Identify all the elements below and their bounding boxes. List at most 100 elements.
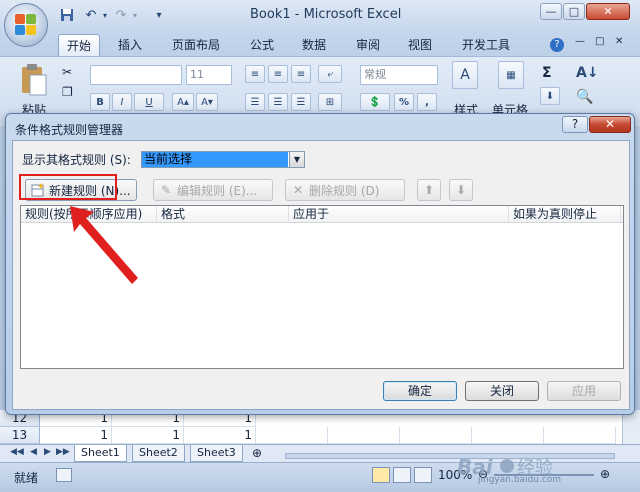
sheet-tab-3[interactable]: Sheet3: [190, 445, 243, 462]
cell[interactable]: [328, 427, 400, 444]
copy-icon[interactable]: ❐: [62, 85, 73, 99]
page-layout-view-icon[interactable]: [393, 467, 411, 483]
arrow-up-icon: ⬆: [423, 183, 435, 197]
chevron-down-icon[interactable]: ▼: [289, 152, 304, 167]
tab-page-layout[interactable]: 页面布局: [164, 34, 228, 56]
macro-record-icon[interactable]: [56, 468, 72, 482]
tab-review[interactable]: 审阅: [348, 34, 388, 56]
ribbon-close-icon[interactable]: ✕: [615, 36, 623, 47]
cell[interactable]: 1: [112, 427, 184, 444]
rule-scope-value: 当前选择: [142, 152, 288, 167]
currency-icon[interactable]: 💲: [360, 93, 390, 111]
cell[interactable]: [400, 427, 472, 444]
align-bottom-icon[interactable]: ≡: [291, 65, 311, 83]
delete-rule-button[interactable]: ✕ 删除规则 (D): [285, 179, 405, 201]
cells-icon[interactable]: ▦: [498, 61, 524, 89]
underline-button[interactable]: U: [134, 93, 164, 111]
close-button[interactable]: 关闭: [465, 381, 539, 401]
column-applies-to[interactable]: 应用于: [289, 206, 509, 222]
maximize-icon[interactable]: □: [563, 3, 585, 20]
tab-developer[interactable]: 开发工具: [454, 34, 518, 56]
sheet-nav-next-icon[interactable]: ▶: [44, 447, 51, 457]
insert-sheet-icon[interactable]: ⊕: [252, 446, 262, 460]
bold-button[interactable]: B: [90, 93, 110, 111]
column-stop-if-true[interactable]: 如果为真则停止: [509, 206, 621, 222]
office-button[interactable]: [4, 3, 48, 47]
status-ready: 就绪: [14, 471, 39, 485]
ribbon-tabs: 开始 插入 页面布局 公式 数据 审阅 视图 开发工具 ? — □ ✕: [0, 32, 640, 56]
align-center-icon[interactable]: ☰: [268, 93, 288, 111]
sheet-tab-2[interactable]: Sheet2: [132, 445, 185, 462]
font-name-box[interactable]: [90, 65, 182, 85]
minimize-icon[interactable]: —: [540, 3, 562, 20]
title-bar: ↶ ▾ ↷ ▾ ▾ Book1 - Microsoft Excel — □ ✕: [0, 0, 640, 32]
edit-rule-button[interactable]: ✎ 编辑规则 (E)...: [153, 179, 273, 201]
watermark-url: jingyan.baidu.com: [478, 475, 562, 485]
shrink-font-icon[interactable]: A▾: [196, 93, 218, 111]
font-size-box[interactable]: 11: [186, 65, 232, 85]
page-break-view-icon[interactable]: [414, 467, 432, 483]
cell[interactable]: 1: [184, 427, 256, 444]
cell[interactable]: [544, 427, 616, 444]
find-select-icon[interactable]: 🔍: [576, 89, 593, 105]
ribbon-restore-icon[interactable]: □: [595, 36, 604, 47]
sheet-nav-prev-icon[interactable]: ◀: [30, 447, 37, 457]
ribbon-minimize-icon[interactable]: —: [575, 36, 585, 47]
align-middle-icon[interactable]: ≡: [268, 65, 288, 83]
cell[interactable]: 1: [40, 427, 112, 444]
move-down-button[interactable]: ⬇: [449, 179, 473, 201]
cut-icon[interactable]: ✂: [62, 65, 72, 79]
sort-filter-icon[interactable]: A↓: [576, 65, 599, 81]
column-format[interactable]: 格式: [157, 206, 289, 222]
ok-button[interactable]: 确定: [383, 381, 457, 401]
delete-rule-label: 删除规则 (D): [309, 183, 380, 198]
sum-icon[interactable]: Σ: [542, 65, 552, 81]
tab-formulas[interactable]: 公式: [242, 34, 282, 56]
tab-insert[interactable]: 插入: [110, 34, 150, 56]
grow-font-icon[interactable]: A▴: [172, 93, 194, 111]
customize-toolbar-icon[interactable]: ▾: [150, 6, 168, 24]
align-top-icon[interactable]: ≡: [245, 65, 265, 83]
tab-home[interactable]: 开始: [58, 34, 101, 56]
merge-cells-icon[interactable]: ⊞: [318, 93, 342, 111]
help-icon[interactable]: ?: [550, 38, 564, 52]
dialog-title: 条件格式规则管理器: [15, 123, 124, 137]
vertical-scrollbar[interactable]: [622, 410, 640, 444]
italic-button[interactable]: I: [112, 93, 132, 111]
row-header[interactable]: 13: [0, 427, 40, 444]
office-logo-icon: [15, 14, 37, 36]
close-icon[interactable]: ✕: [586, 3, 630, 20]
save-icon[interactable]: [58, 6, 76, 24]
normal-view-icon[interactable]: [372, 467, 390, 483]
edit-rule-icon: ✎: [160, 183, 172, 197]
redo-dropdown-icon[interactable]: ▾: [126, 6, 144, 24]
dialog-close-icon[interactable]: ✕: [589, 116, 631, 133]
fill-icon[interactable]: ⬇: [540, 87, 560, 105]
dialog-help-icon[interactable]: ?: [562, 116, 588, 133]
annotation-arrow-icon: [70, 206, 138, 284]
window-title: Book1 - Microsoft Excel: [250, 7, 402, 22]
align-left-icon[interactable]: ☰: [245, 93, 265, 111]
sheet-nav-first-icon[interactable]: ◀◀: [10, 447, 24, 457]
tab-data[interactable]: 数据: [294, 34, 334, 56]
delete-icon: ✕: [292, 183, 304, 197]
wrap-text-icon[interactable]: ⤶: [318, 65, 342, 83]
arrow-down-icon: ⬇: [455, 183, 467, 197]
edit-rule-label: 编辑规则 (E)...: [177, 183, 258, 198]
apply-button[interactable]: 应用: [547, 381, 621, 401]
show-rules-label: 显示其格式规则 (S):: [22, 153, 131, 167]
sheet-tab-1[interactable]: Sheet1: [74, 445, 127, 462]
rule-scope-select[interactable]: 当前选择 ▼: [141, 151, 305, 168]
move-up-button[interactable]: ⬆: [417, 179, 441, 201]
cell[interactable]: [472, 427, 544, 444]
baidu-watermark-icon: Bai 经验: [457, 455, 553, 479]
cell[interactable]: [256, 427, 328, 444]
comma-button[interactable]: ,: [417, 93, 437, 111]
sheet-nav-last-icon[interactable]: ▶▶: [56, 447, 70, 457]
number-format-box[interactable]: 常规: [360, 65, 438, 85]
styles-icon[interactable]: A: [452, 61, 478, 89]
tab-view[interactable]: 视图: [400, 34, 440, 56]
paste-icon[interactable]: [18, 63, 50, 97]
percent-button[interactable]: %: [394, 93, 414, 111]
align-right-icon[interactable]: ☰: [291, 93, 311, 111]
